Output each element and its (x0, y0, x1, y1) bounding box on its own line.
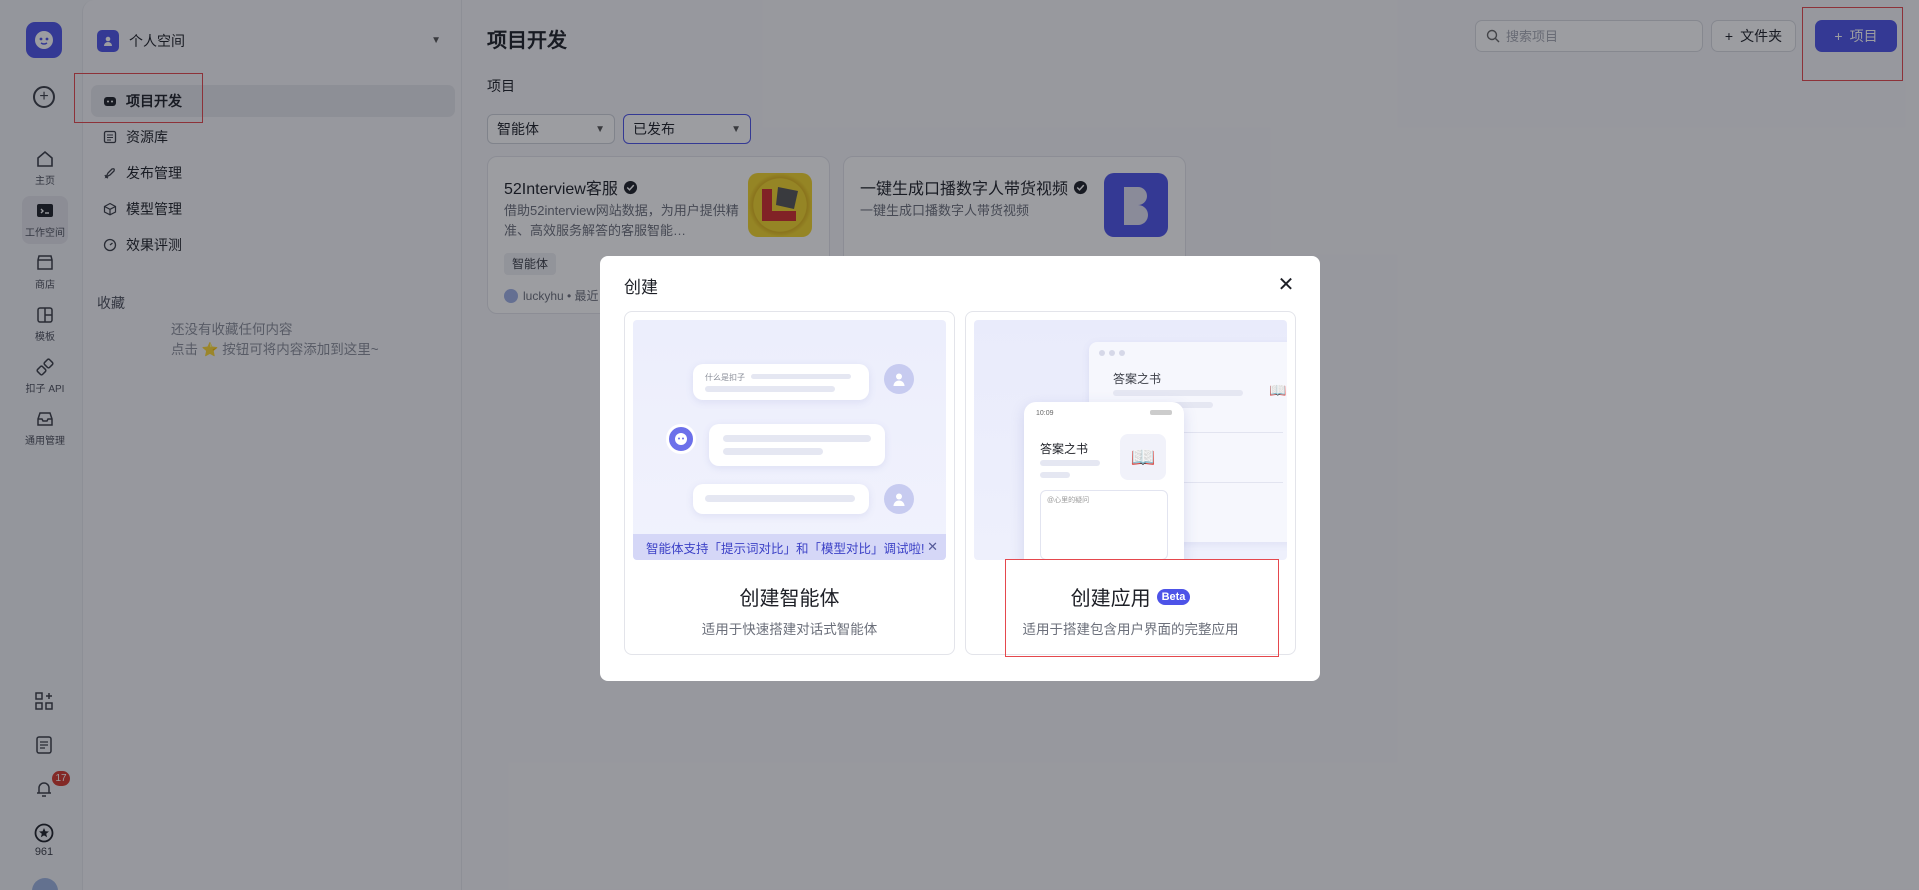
user-avatar-icon (884, 364, 914, 394)
option-description: 适用于搭建包含用户界面的完整应用 (1022, 622, 1239, 637)
create-agent-option[interactable]: 什么是扣子 智能体支持「提示词对比」和「模型对比」调试啦! ✕ 创建智能体 适用… (624, 311, 955, 655)
user-avatar-icon (884, 484, 914, 514)
chat-bubble (693, 484, 869, 514)
option-title-text: 创建应用 (1070, 588, 1151, 610)
phone-mockup: 10:09 答案之书 📖 @心里的疑问 (1024, 402, 1184, 560)
beta-badge: Beta (1156, 588, 1191, 605)
status-bar-icons (1150, 410, 1172, 415)
banner-text: 智能体支持「提示词对比」和「模型对比」调试啦! (646, 541, 925, 556)
phone-app-title: 答案之书 (1040, 442, 1089, 456)
create-modal: 创建 ✕ 什么是扣子 智能体支持「提示词对比」和「模型对比」调试啦! ✕ 创建智… (600, 256, 1320, 681)
book-icon: 📖 (1269, 382, 1287, 398)
phone-input-box: @心里的疑问 (1040, 490, 1168, 560)
option-title: 创建智能体 (625, 582, 954, 611)
bot-avatar-icon (666, 424, 696, 454)
phone-input-placeholder: @心里的疑问 (1047, 497, 1090, 504)
feature-banner: 智能体支持「提示词对比」和「模型对比」调试啦! ✕ (633, 534, 946, 560)
close-icon[interactable]: ✕ (1274, 272, 1298, 296)
chat-bubble-text: 什么是扣子 (705, 373, 745, 382)
app-illustration: 答案之书 📖 10:09 答案之书 📖 @心里的疑问 (974, 320, 1287, 560)
agent-illustration: 什么是扣子 智能体支持「提示词对比」和「模型对比」调试啦! ✕ (633, 320, 946, 560)
chat-bubble: 什么是扣子 (693, 364, 869, 400)
desktop-app-title: 答案之书 (1113, 372, 1162, 386)
close-icon[interactable]: ✕ (927, 539, 938, 555)
phone-time: 10:09 (1036, 410, 1054, 417)
modal-title: 创建 (624, 278, 658, 297)
option-title-text: 创建智能体 (739, 588, 840, 610)
book-icon: 📖 (1120, 434, 1166, 480)
option-title: 创建应用 Beta (966, 582, 1295, 611)
create-app-option[interactable]: 答案之书 📖 10:09 答案之书 📖 @心里的疑问 创建应用 Beta 适用于… (965, 311, 1296, 655)
chat-bubble (709, 424, 885, 466)
option-description: 适用于快速搭建对话式智能体 (701, 622, 878, 637)
